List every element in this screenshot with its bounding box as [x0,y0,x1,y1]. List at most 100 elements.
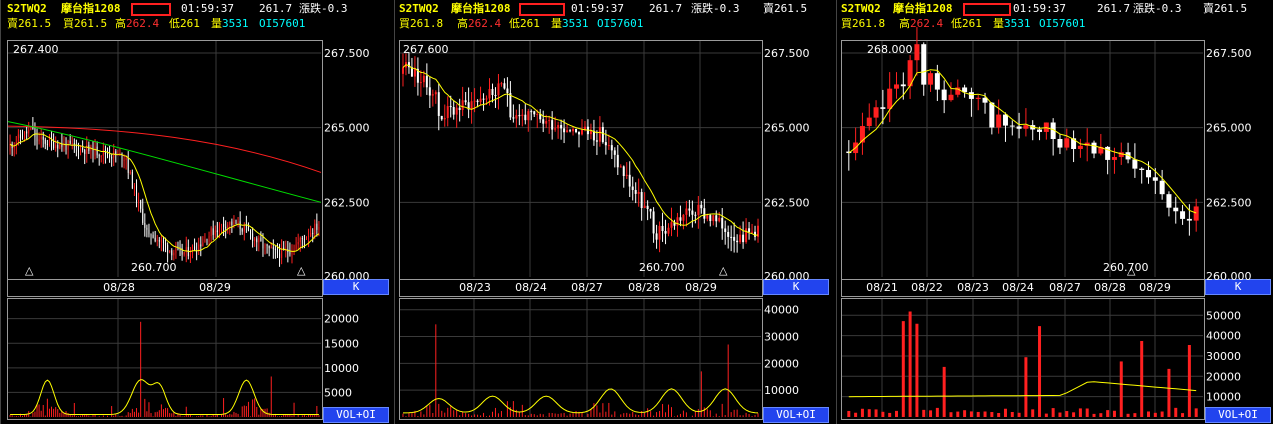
candle-body [221,223,223,225]
candle-body [455,107,458,115]
open-interest-line [848,381,1197,398]
candle-body [730,236,733,238]
candle-body [9,143,11,152]
price-tick-label: 265.000 [1206,122,1252,135]
ma-mid-line [7,121,322,203]
candle-body [893,84,899,89]
volume-tick-label: 50000 [1206,309,1241,322]
candle-body [628,174,631,187]
volume-tick-label: 20000 [1206,370,1241,383]
candle-body [268,245,270,249]
candle-body [709,215,712,222]
candle-body [422,75,425,83]
candle-body [75,145,77,147]
candle-body [706,215,709,219]
candle-body [676,217,679,226]
candle-body [173,252,175,256]
candle-body [111,157,113,159]
candle-body [48,138,50,145]
candle-body [476,100,479,102]
candle-body [274,248,276,250]
candle-body [661,225,664,231]
candle-body [138,200,140,202]
candle-body [518,115,521,117]
candle-body [497,83,500,96]
candle-body [1064,138,1070,148]
candle-body [100,155,102,157]
candle-body [569,130,572,132]
candle-body [473,100,476,102]
candle-body [928,73,934,85]
date-label: 08/24 [1002,281,1034,294]
candle-body [279,253,281,258]
volume-tick-label: 40000 [1206,330,1241,343]
candle-body [144,222,146,228]
candle-body [1152,177,1158,181]
candle-body [36,136,38,142]
candle-body [503,83,506,89]
candle-body [140,200,142,209]
candle-body [461,100,464,111]
candle-body [724,228,727,232]
candle-body [488,89,491,99]
candle-body [142,208,144,223]
price-tick-label: 267.500 [324,47,370,60]
volume-tick-label: 40000 [764,304,799,317]
candle-body [206,238,208,242]
candle-body [183,252,185,255]
date-label: 08/28 [628,281,660,294]
candle-body [880,107,886,109]
candle-body [545,121,548,124]
candle-body [494,94,497,96]
candle-body [262,241,264,249]
candle-body [214,230,216,235]
candle-body [1111,157,1117,160]
candle-body [975,97,981,99]
candle-body [305,236,307,240]
chart-panel-2[interactable]: S2TWQ2 摩台指1208 01:59:37 261.7 漲跌-0.3 賣26… [394,0,833,424]
candle-body [715,215,718,222]
candle-body [96,146,98,156]
open-interest-line [403,388,759,414]
candle-body [613,150,616,155]
candle-body [530,111,533,113]
candle-body [631,186,634,190]
chart-panel-1[interactable]: S2TWQ2 摩台指1208 01:59:37 261.7 漲跌-0.3 賣26… [0,0,391,424]
candle-body [216,230,218,232]
candle-body [688,208,691,211]
date-label: 08/23 [459,281,491,294]
candle-body [554,128,557,130]
candle-body [146,227,148,230]
candle-body [1180,211,1186,219]
candle-body [542,119,545,124]
high-price-label: 267.400 [13,43,59,56]
chart-panel-3[interactable]: S2TWQ2 摩台指1208 01:59:37 261.7 漲跌-0.3 賣26… [836,0,1273,424]
candle-body [548,120,551,122]
signal-triangle: △ [297,264,306,277]
candle-body [685,208,688,215]
volume-tick-label: 10000 [1206,391,1241,404]
candle-body [129,172,131,174]
candle-body [55,145,57,149]
candle-body [303,238,305,240]
candle-body [485,98,488,100]
candle-body [887,88,893,109]
candle-body [191,246,193,254]
price-tick-label: 262.500 [324,196,370,209]
candle-body [670,222,673,228]
candle-body [310,232,312,236]
candle-body [152,234,154,238]
candle-body [900,84,906,87]
candle-body [84,149,86,154]
candle-body [434,92,437,95]
candle-body [580,129,583,135]
candle-body [464,100,467,103]
candle-body [748,228,751,232]
candle-body [437,92,440,116]
candle-body [34,128,36,137]
candle-body [171,250,173,256]
candle-body [202,242,204,247]
candle-body [1023,125,1029,129]
candle-body [652,211,655,234]
candle-body [148,229,150,235]
